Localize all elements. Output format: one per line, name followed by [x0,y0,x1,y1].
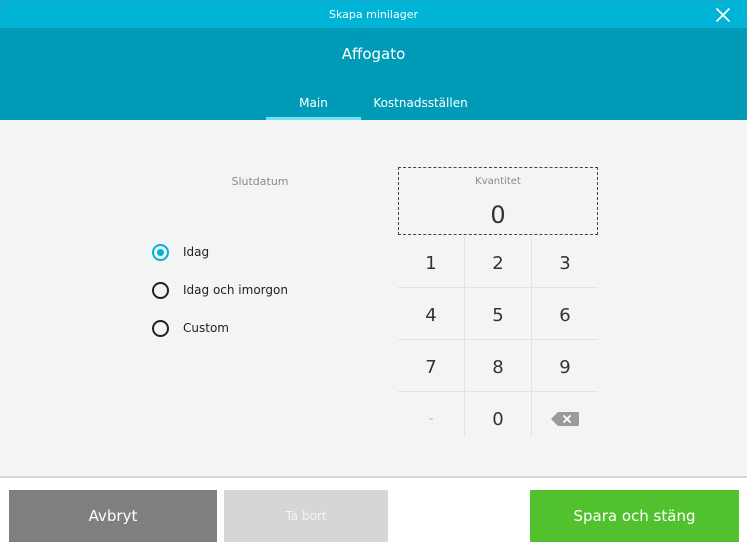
key-9[interactable]: 9 [532,341,598,393]
radio-idag-label: Idag [183,245,210,259]
key-7[interactable]: 7 [398,341,464,393]
tab-main-label: Main [299,96,328,110]
save-and-close-button[interactable]: Spara och stäng [530,490,739,542]
quantity-value: 0 [490,201,506,229]
key-3[interactable]: 3 [532,237,598,289]
key-1[interactable]: 1 [398,237,464,289]
key-8[interactable]: 8 [465,341,531,393]
footer: Avbryt Ta bort Spara och stäng [0,476,747,550]
radio-idag-circle[interactable] [152,243,169,261]
key-0[interactable]: 0 [465,393,531,445]
radio-custom[interactable]: Custom [152,318,229,338]
product-title: Affogato [341,45,406,63]
cancel-button[interactable]: Avbryt [9,490,217,542]
tab-kostnadsstallen-label: Kostnadsställen [373,96,468,110]
quantity-label: Kvantitet [475,176,521,187]
delete-button[interactable]: Ta bort [224,490,388,542]
radio-idag-och-imorgon[interactable]: Idag och imorgon [152,280,288,300]
title-bar: Skapa minilager [0,0,747,28]
radio-idag[interactable]: Idag [152,242,209,262]
key-5[interactable]: 5 [465,289,531,341]
radio-custom-circle[interactable] [152,319,169,337]
radio-custom-label: Custom [183,321,229,335]
radio-idag-och-imorgon-label: Idag och imorgon [183,283,288,297]
tab-main[interactable]: Main [266,96,361,120]
key-minus[interactable]: - [398,393,464,445]
tab-kostnadsstallen[interactable]: Kostnadsställen [363,96,478,120]
close-icon[interactable] [714,6,732,24]
key-2[interactable]: 2 [465,237,531,289]
header: Affogato Main Kostnadsställen [0,28,747,120]
radio-idag-och-imorgon-circle[interactable] [152,281,169,299]
backspace-icon[interactable] [532,393,598,445]
numeric-keypad: 1 2 3 4 5 6 7 8 9 - 0 [398,237,598,437]
key-4[interactable]: 4 [398,289,464,341]
window-title: Skapa minilager [329,8,418,21]
content-area: Slutdatum Idag Idag och imorgon Custom K… [0,120,747,476]
key-6[interactable]: 6 [532,289,598,341]
quantity-display[interactable]: Kvantitet 0 [398,167,598,235]
slutdatum-label: Slutdatum [231,175,289,188]
